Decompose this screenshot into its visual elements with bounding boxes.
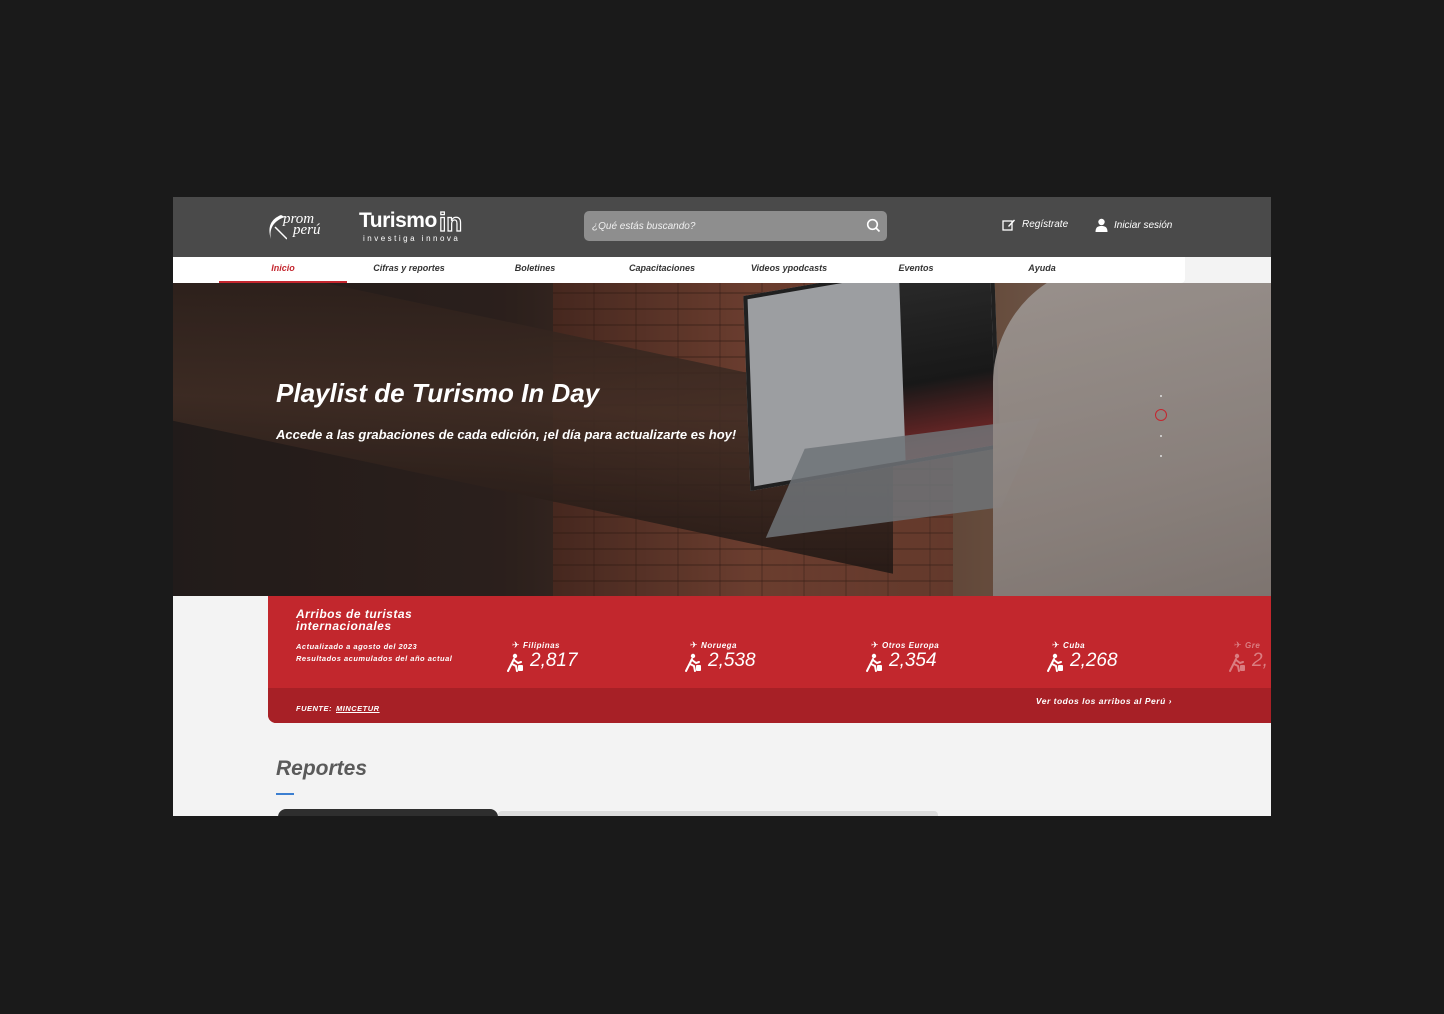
plane-icon: ✈ xyxy=(871,640,880,650)
see-all-label: Ver todos los arribos al Perú xyxy=(1035,696,1166,706)
nav-item-cifras-reportes[interactable]: Cifras y reportes xyxy=(353,257,465,283)
login-label: Iniciar sesión xyxy=(1114,219,1173,231)
arrivals-source: FUENTE: MINCETUR xyxy=(296,704,380,713)
logo-turismo-text: Turismo xyxy=(359,209,437,232)
arrival-country: Cuba xyxy=(1063,641,1086,650)
user-icon xyxy=(1095,218,1108,232)
arrival-country: Otros Europa xyxy=(882,641,940,650)
arrivals-updated-note: Actualizado a agosto del 2023 Resultados… xyxy=(296,642,453,663)
search-icon[interactable] xyxy=(866,218,881,233)
reports-tab-bar xyxy=(498,811,938,816)
carousel-dot[interactable] xyxy=(1160,395,1162,397)
arrivals-panel: Arribos de turistas internacionales Actu… xyxy=(268,596,1271,723)
search-input[interactable] xyxy=(584,211,854,241)
traveler-icon xyxy=(685,653,701,672)
arrival-country: Gre xyxy=(1245,641,1261,650)
logo-peru-text: perú xyxy=(293,222,321,238)
see-all-arrivals-link[interactable]: Ver todos los arribos al Perú › xyxy=(1028,697,1172,706)
turismo-in-logo[interactable]: Turismo in investiga innova xyxy=(359,206,471,245)
reports-tab-active[interactable] xyxy=(278,809,498,816)
carousel-dot-active[interactable] xyxy=(1155,409,1167,421)
chevron-right-icon: › xyxy=(1168,696,1172,706)
arrival-country: Filipinas xyxy=(523,641,560,650)
nav-active-indicator xyxy=(219,281,347,283)
nav-item-videos-podcasts[interactable]: Videos ypodcasts xyxy=(733,257,845,283)
browser-viewport: prom perú Turismo in investiga innova Re… xyxy=(173,197,1271,816)
arrival-value: 2,354 xyxy=(889,650,937,671)
login-link[interactable]: Iniciar sesión xyxy=(1095,218,1172,232)
nav-item-capacitaciones[interactable]: Capacitaciones xyxy=(607,257,717,283)
register-link[interactable]: Regístrate xyxy=(1002,218,1068,231)
logo-tagline: investiga innova xyxy=(363,234,461,243)
register-label: Regístrate xyxy=(1022,219,1069,230)
arrivals-title: Arribos de turistas internacionales xyxy=(296,607,413,633)
site-header: prom perú Turismo in investiga innova Re… xyxy=(173,197,1271,257)
plane-icon: ✈ xyxy=(690,640,699,650)
plane-icon: ✈ xyxy=(512,640,521,650)
source-label: FUENTE: xyxy=(296,704,332,713)
hero-banner[interactable]: Playlist de Turismo In Day Accede a las … xyxy=(173,283,1271,596)
reports-heading-underline xyxy=(276,793,294,795)
source-link[interactable]: MINCETUR xyxy=(336,704,380,713)
traveler-icon xyxy=(1229,653,1245,672)
carousel-dots xyxy=(1155,393,1167,463)
nav-item-boletines[interactable]: Boletines xyxy=(487,257,583,283)
reports-heading: Reportes xyxy=(276,757,368,780)
nav-item-inicio[interactable]: Inicio xyxy=(219,257,347,283)
traveler-icon xyxy=(866,653,882,672)
edit-form-icon xyxy=(1002,219,1015,231)
plane-icon: ✈ xyxy=(1234,640,1243,650)
carousel-dot[interactable] xyxy=(1160,435,1162,437)
hero-subtitle: Accede a las grabaciones de cada edición… xyxy=(276,427,737,442)
arrival-value: 2,268 xyxy=(1070,650,1118,671)
plane-icon: ✈ xyxy=(1052,640,1061,650)
carousel-dot[interactable] xyxy=(1160,455,1162,457)
promperu-logo[interactable]: prom perú xyxy=(265,211,335,243)
nav-item-ayuda[interactable]: Ayuda xyxy=(999,257,1085,283)
arrival-country: Noruega xyxy=(701,641,737,650)
hero-title: Playlist de Turismo In Day xyxy=(276,378,600,408)
arrival-value: 2,538 xyxy=(708,650,756,671)
arrival-value: 2,817 xyxy=(530,650,578,671)
traveler-icon xyxy=(1047,653,1063,672)
nav-item-eventos[interactable]: Eventos xyxy=(873,257,959,283)
arrival-value: 2, xyxy=(1252,650,1268,671)
search-bar xyxy=(584,211,887,241)
main-nav: Inicio Cifras y reportes Boletines Capac… xyxy=(173,257,1185,283)
traveler-icon xyxy=(507,653,523,672)
